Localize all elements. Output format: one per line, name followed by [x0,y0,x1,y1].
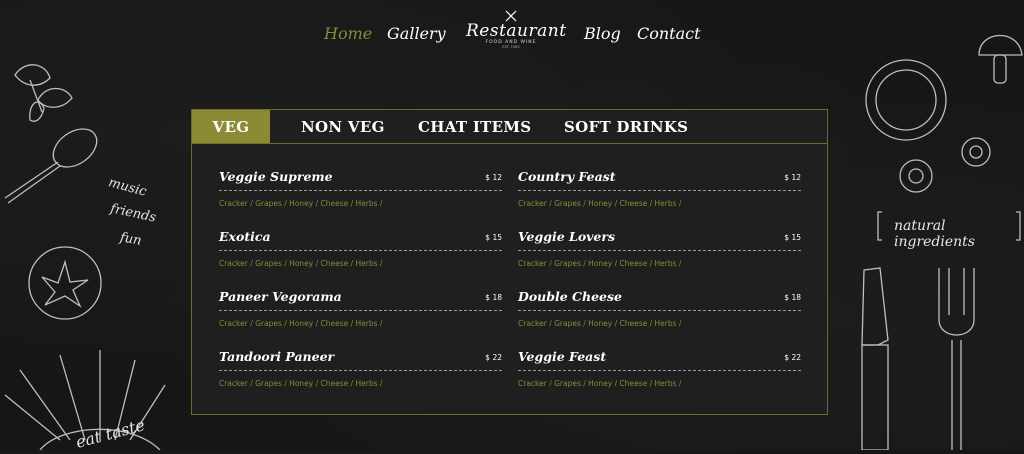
chalk-banner-natural-ingredients: natural ingredients [894,218,975,250]
restaurant-logo[interactable]: Restaurant FOOD AND WINE EST. 1985 [466,10,567,56]
item-name: Veggie Supreme [219,169,333,184]
item-name: Country Feast [518,169,616,184]
item-name: Tandoori Paneer [219,349,335,364]
right-chalk-illustrations: natural ingredients [844,0,1024,451]
dashed-divider [518,190,801,191]
menu-item[interactable]: Veggie Supreme $ 12 Cracker / Grapes / H… [219,169,502,217]
item-name: Veggie Feast [518,349,607,364]
item-price: $ 18 [485,293,502,302]
menu-panel: VEG NON VEG CHAT ITEMS SOFT DRINKS Veggi… [191,109,828,415]
dashed-divider [518,250,801,251]
item-price: $ 18 [784,293,801,302]
menu-item[interactable]: Country Feast $ 12 Cracker / Grapes / Ho… [518,169,801,217]
item-ingredients: Cracker / Grapes / Honey / Cheese / Herb… [219,319,383,328]
item-ingredients: Cracker / Grapes / Honey / Cheese / Herb… [518,199,682,208]
menu-item[interactable]: Double Cheese $ 18 Cracker / Grapes / Ho… [518,289,801,337]
menu-item[interactable]: Paneer Vegorama $ 18 Cracker / Grapes / … [219,289,502,337]
tab-soft-drinks[interactable]: SOFT DRINKS [564,110,688,143]
item-name: Double Cheese [518,289,622,304]
menu-item[interactable]: Veggie Feast $ 22 Cracker / Grapes / Hon… [518,349,801,397]
item-ingredients: Cracker / Grapes / Honey / Cheese / Herb… [518,319,682,328]
dashed-divider [219,190,502,191]
dashed-divider [219,310,502,311]
item-ingredients: Cracker / Grapes / Honey / Cheese / Herb… [219,259,383,268]
left-chalk-illustrations: music friends fun eat taste [0,0,180,452]
nav-blog-link[interactable]: Blog [584,24,621,43]
menu-item[interactable]: Tandoori Paneer $ 22 Cracker / Grapes / … [219,349,502,397]
item-name: Exotica [219,229,271,244]
dashed-divider [518,370,801,371]
menu-item[interactable]: Veggie Lovers $ 15 Cracker / Grapes / Ho… [518,229,801,277]
logo-title: Restaurant [466,21,567,41]
dashed-divider [219,250,502,251]
nav-gallery-link[interactable]: Gallery [387,24,446,43]
item-price: $ 12 [784,173,801,182]
menu-item[interactable]: Exotica $ 15 Cracker / Grapes / Honey / … [219,229,502,277]
tab-chat-items[interactable]: CHAT ITEMS [418,110,531,143]
nav-contact-link[interactable]: Contact [637,24,701,43]
item-name: Paneer Vegorama [219,289,342,304]
dashed-divider [219,370,502,371]
menu-tabs: VEG NON VEG CHAT ITEMS SOFT DRINKS [192,110,827,144]
tab-non-veg[interactable]: NON VEG [301,110,385,143]
item-ingredients: Cracker / Grapes / Honey / Cheese / Herb… [518,379,682,388]
item-price: $ 15 [784,233,801,242]
dashed-divider [518,310,801,311]
nav-home-link[interactable]: Home [324,24,372,43]
item-price: $ 15 [485,233,502,242]
item-ingredients: Cracker / Grapes / Honey / Cheese / Herb… [518,259,682,268]
tab-veg[interactable]: VEG [192,110,270,143]
logo-est: EST. 1985 [502,45,520,49]
item-name: Veggie Lovers [518,229,616,244]
item-price: $ 22 [485,353,502,362]
item-price: $ 22 [784,353,801,362]
crossed-utensils-icon [505,10,517,22]
item-price: $ 12 [485,173,502,182]
item-ingredients: Cracker / Grapes / Honey / Cheese / Herb… [219,379,383,388]
item-ingredients: Cracker / Grapes / Honey / Cheese / Herb… [219,199,383,208]
